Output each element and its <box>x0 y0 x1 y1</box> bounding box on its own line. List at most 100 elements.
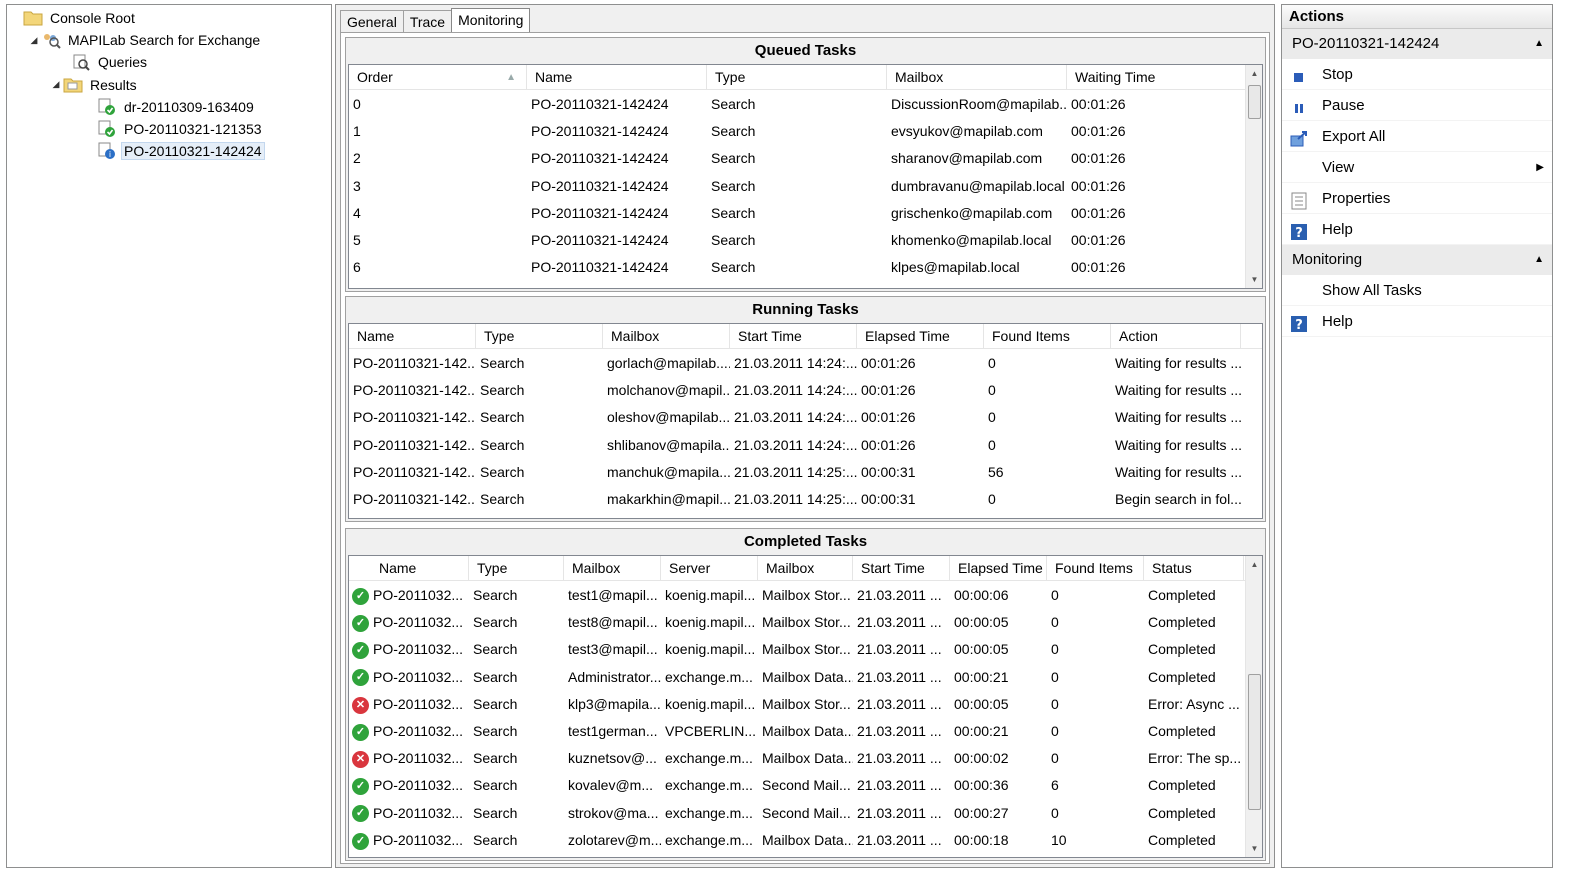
completed-cell: Completed <box>1148 668 1216 685</box>
queued-row[interactable]: 5 PO-20110321-142424 Search khomenko@mapila… <box>349 227 1247 254</box>
completed-row[interactable]: ✕ PO-2011032... Search kuznetsov@... exchang… <box>349 745 1244 772</box>
scrollbar-thumb[interactable] <box>1248 85 1261 119</box>
scroll-down-arrow-icon[interactable]: ▼ <box>1246 271 1262 288</box>
tree-item-results[interactable]: ◢ Results <box>49 74 140 96</box>
tree-item-mapilab-search[interactable]: ◢ MAPILab Search for Exchange <box>27 29 263 51</box>
console-tree[interactable]: Console Root ◢ MAPILab Search for Exchange… <box>6 4 332 868</box>
collapse-caret-icon[interactable]: ▲ <box>1534 245 1544 275</box>
running-row[interactable]: PO-20110321-142... Search makarkhin@mapil.… <box>349 486 1241 513</box>
column-header-action[interactable]: Action <box>1111 324 1241 349</box>
column-header-name[interactable]: Name <box>527 65 707 90</box>
running-row[interactable]: PO-20110321-142... Search molchanov@mapil.… <box>349 377 1241 404</box>
running-cell: Search <box>480 491 525 507</box>
completed-row[interactable]: ✓ PO-2011032... Search test3@mapil... koenig… <box>349 636 1244 663</box>
expand-arrow-icon[interactable]: ◢ <box>27 35 41 46</box>
queued-cell: PO-20110321-142424 <box>531 123 669 140</box>
column-header-mailbox[interactable]: Mailbox <box>758 556 853 581</box>
completed-cell: 00:00:02 <box>954 750 1009 767</box>
queued-row[interactable]: 3 PO-20110321-142424 Search dumbravanu@mapi… <box>349 173 1247 200</box>
completed-cell: ✓ PO-2011032... <box>349 718 469 745</box>
column-header-name[interactable]: Name <box>349 556 469 581</box>
tree-item-result-2[interactable]: PO-20110321-121353 <box>83 118 265 140</box>
actions-section-1[interactable]: Monitoring ▲ <box>1282 245 1552 275</box>
completed-row[interactable]: ✓ PO-2011032... Search Administrator... exch… <box>349 664 1244 691</box>
running-row[interactable]: PO-20110321-142... Search gorlach@mapilab.… <box>349 350 1241 377</box>
actions-pane: Actions PO-20110321-142424 ▲ Stop Pause Expo… <box>1281 4 1553 868</box>
column-header-name[interactable]: Name <box>349 324 476 349</box>
action-properties[interactable]: Properties <box>1282 183 1552 214</box>
tab-general[interactable]: General <box>340 10 404 32</box>
completed-row[interactable]: ✓ PO-2011032... Search strokov@ma... exchang… <box>349 800 1244 827</box>
vertical-scrollbar[interactable]: ▲ ▼ <box>1245 556 1262 857</box>
completed-cell: 00:00:21 <box>954 723 1009 739</box>
expand-arrow-icon[interactable]: ◢ <box>49 79 63 90</box>
column-header-found-items[interactable]: Found Items <box>1047 556 1144 581</box>
running-row[interactable]: PO-20110321-142... Search shlibanov@mapila… <box>349 432 1241 459</box>
action-export-all[interactable]: Export All <box>1282 121 1552 152</box>
completed-cell: ✓ PO-2011032... <box>349 636 469 663</box>
completed-cell: Completed <box>1148 587 1216 603</box>
completed-tasks-list[interactable]: Name Type Mailbox Server Mailbox Start Time El… <box>348 555 1263 858</box>
queued-cell: PO-20110321-142424 <box>531 177 669 194</box>
running-row[interactable]: PO-20110321-142... Search manchuk@mapila..… <box>349 459 1241 486</box>
column-header-start-time[interactable]: Start Time <box>853 556 950 581</box>
collapse-caret-icon[interactable]: ▲ <box>1534 29 1544 59</box>
action-show-all-tasks[interactable]: Show All Tasks <box>1282 275 1552 306</box>
column-header-elapsed-time[interactable]: Elapsed Time <box>950 556 1047 581</box>
running-tasks-list[interactable]: Name Type Mailbox Start Time Elapsed Time Fou… <box>348 323 1263 519</box>
success-check-icon: ✓ <box>352 832 369 850</box>
completed-row[interactable]: ✓ PO-2011032... Search test8@mapil... koenig… <box>349 609 1244 636</box>
queued-row[interactable]: 0 PO-20110321-142424 Search DiscussionRoom@… <box>349 91 1247 118</box>
queued-tasks-list[interactable]: Order ▲ Name Type Mailbox Waiting Time 0 PO-201… <box>348 64 1263 289</box>
completed-row[interactable]: ✕ PO-2011032... Search klp3@mapila... koenig… <box>349 691 1244 718</box>
column-header-order[interactable]: Order ▲ <box>349 65 527 90</box>
queued-row[interactable]: 6 PO-20110321-142424 Search klpes@mapilab.l… <box>349 254 1247 281</box>
column-header-type[interactable]: Type <box>707 65 887 90</box>
completed-row[interactable]: ✓ PO-2011032... Search kovalev@m... exchange… <box>349 772 1244 799</box>
column-header-status[interactable]: Status <box>1144 556 1244 581</box>
success-check-icon: ✓ <box>352 642 369 660</box>
queued-row[interactable]: 4 PO-20110321-142424 Search grischenko@mapi… <box>349 200 1247 227</box>
running-cell: 00:00:31 <box>861 463 916 480</box>
queued-row[interactable]: 1 PO-20110321-142424 Search evsyukov@mapila… <box>349 118 1247 145</box>
stop-icon <box>1290 66 1308 84</box>
running-row[interactable]: PO-20110321-142... Search oleshov@mapilab.… <box>349 404 1241 431</box>
tree-item-result-3[interactable]: i PO-20110321-142424 <box>83 140 265 162</box>
tab-monitoring[interactable]: Monitoring <box>451 8 531 32</box>
tree-item-console-root[interactable]: Console Root <box>9 7 138 29</box>
action-view[interactable]: View ▶ <box>1282 152 1552 183</box>
queued-cell: 00:01:26 <box>1071 150 1126 167</box>
column-header-found-items[interactable]: Found Items <box>984 324 1111 349</box>
action-pause[interactable]: Pause <box>1282 90 1552 121</box>
tree-item-queries[interactable]: Queries <box>57 51 150 73</box>
action-help[interactable]: ? Help <box>1282 306 1552 337</box>
queued-cell: Search <box>711 123 756 140</box>
column-header-elapsed-time[interactable]: Elapsed Time <box>857 324 984 349</box>
action-stop[interactable]: Stop <box>1282 59 1552 90</box>
column-header-server[interactable]: Server <box>661 556 758 581</box>
column-header-mailbox[interactable]: Mailbox <box>887 65 1067 90</box>
completed-row[interactable]: ✓ PO-2011032... Search test1@mapil... koenig… <box>349 582 1244 609</box>
completed-row[interactable]: ✓ PO-2011032... Search test1german... VPCBER… <box>349 718 1244 745</box>
queued-cell: grischenko@mapilab.com <box>891 204 1053 221</box>
action-help[interactable]: ? Help <box>1282 214 1552 245</box>
column-header-start-time[interactable]: Start Time <box>730 324 857 349</box>
tree-item-result-1[interactable]: dr-20110309-163409 <box>83 96 257 118</box>
tab-trace[interactable]: Trace <box>402 10 453 32</box>
column-header-mailbox[interactable]: Mailbox <box>603 324 730 349</box>
scroll-up-arrow-icon[interactable]: ▲ <box>1246 65 1262 82</box>
column-header-waiting-time[interactable]: Waiting Time <box>1067 65 1247 90</box>
completed-row[interactable]: ✓ PO-2011032... Search zolotarev@m... exchan… <box>349 827 1244 854</box>
scrollbar-thumb[interactable] <box>1248 674 1261 810</box>
scroll-down-arrow-icon[interactable]: ▼ <box>1246 840 1262 857</box>
actions-section-0[interactable]: PO-20110321-142424 ▲ <box>1282 29 1552 59</box>
column-header-type[interactable]: Type <box>476 324 603 349</box>
tree-item-label: Console Root <box>50 10 135 26</box>
scroll-up-arrow-icon[interactable]: ▲ <box>1246 556 1262 573</box>
column-header-type[interactable]: Type <box>469 556 564 581</box>
queued-row[interactable]: 2 PO-20110321-142424 Search sharanov@mapila… <box>349 145 1247 172</box>
queued-cell: sharanov@mapilab.com <box>891 150 1043 167</box>
completed-cell: test8@mapil... <box>568 614 658 631</box>
vertical-scrollbar[interactable]: ▲ ▼ <box>1245 65 1262 288</box>
column-header-mailbox[interactable]: Mailbox <box>564 556 661 581</box>
